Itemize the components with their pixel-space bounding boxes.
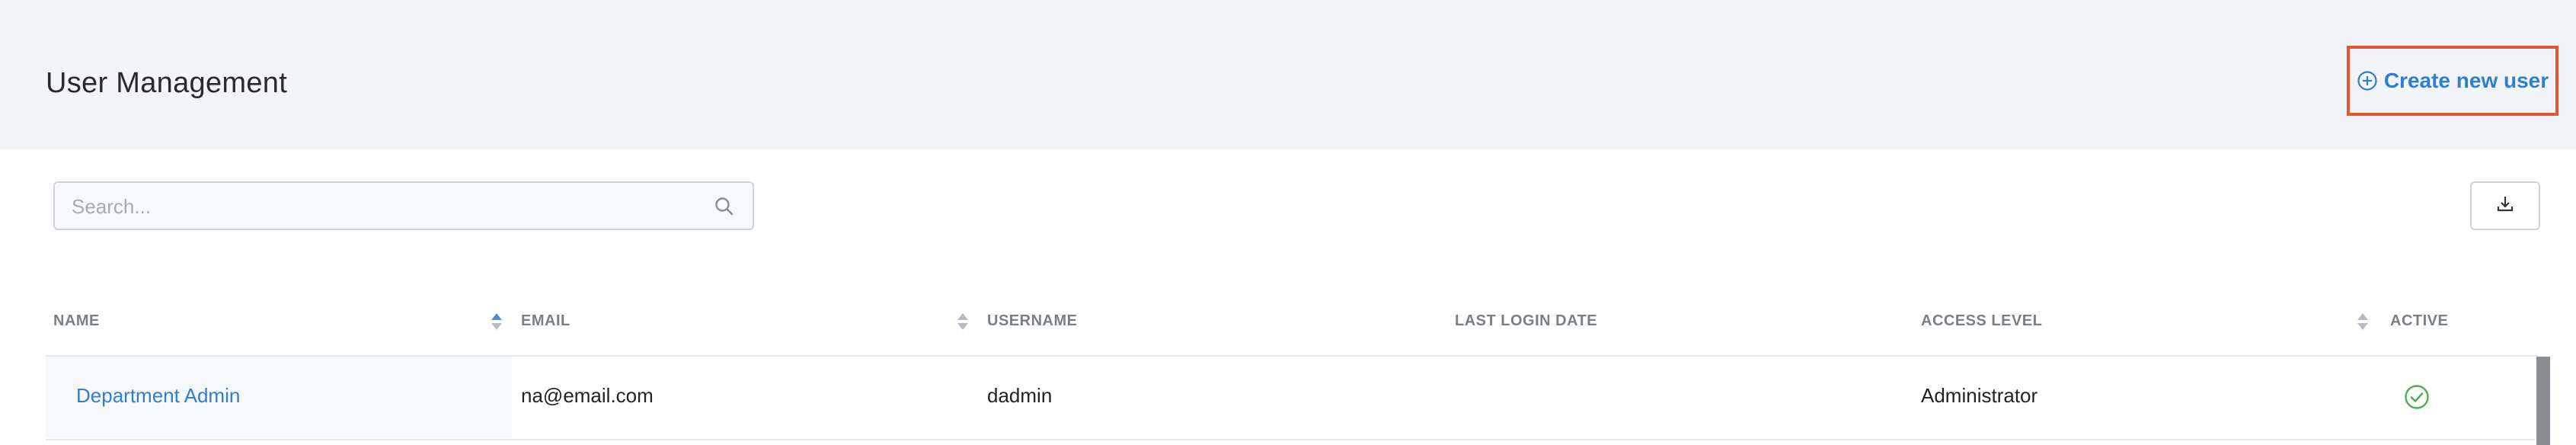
column-header-name[interactable]: NAME [53,303,100,338]
column-header-last-login-date[interactable]: LAST LOGIN DATE [1455,303,1597,338]
create-new-user-label: Create new user [2383,69,2549,92]
user-access-level: Administrator [1921,384,2038,407]
search-box [53,181,754,230]
download-button[interactable] [2470,181,2540,230]
column-header-email[interactable]: EMAIL [521,303,570,338]
sort-icon[interactable] [957,312,969,335]
search-icon[interactable] [713,195,736,222]
download-icon [2495,194,2516,219]
table-header: NAME EMAIL USERNAME LAST LOGIN DATE ACCE… [46,303,2538,357]
table-row: Department Admin na@email.com dadmin Adm… [46,357,2535,440]
user-name-link[interactable]: Department Admin [76,383,240,408]
check-circle-icon [2404,384,2430,414]
page-title: User Management [46,67,288,99]
create-new-user-button[interactable]: Create new user [2347,46,2558,116]
column-header-access-level[interactable]: ACCESS LEVEL [1921,303,2042,338]
search-input[interactable] [55,183,713,230]
plus-circle-icon [2357,70,2378,91]
user-email: na@email.com [521,384,654,407]
page-header: User Management Create new user [0,0,2576,149]
user-username: dadmin [987,384,1053,407]
column-header-username[interactable]: USERNAME [987,303,1077,338]
table-scrollbar[interactable] [2536,357,2550,445]
sort-icon[interactable] [491,312,503,335]
column-header-active[interactable]: ACTIVE [2390,303,2448,338]
sort-icon[interactable] [2357,312,2369,335]
